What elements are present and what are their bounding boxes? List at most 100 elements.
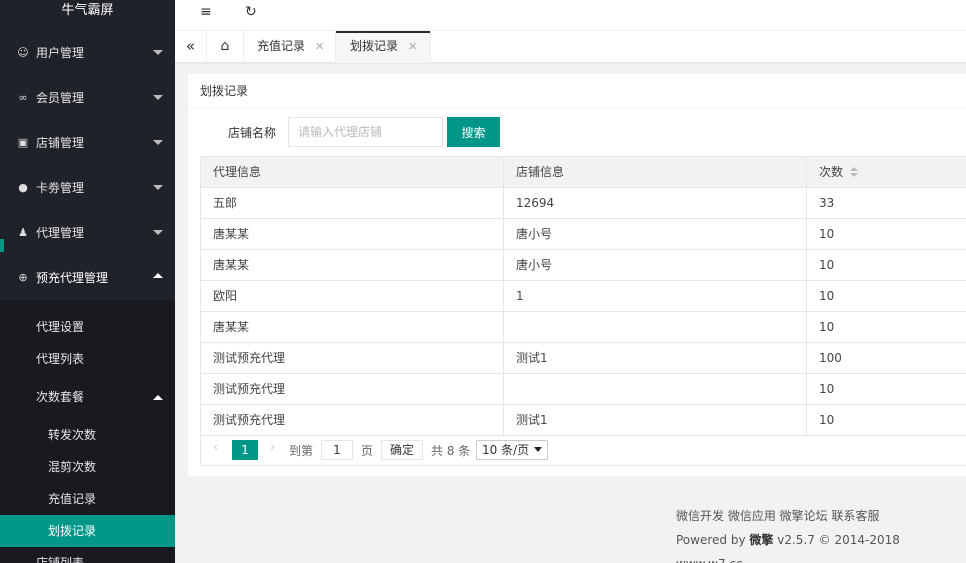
table-row: 测试预充代理 测试1 100 (200, 343, 966, 374)
cell-count: 10 (806, 219, 966, 249)
content-card: 划拨记录 店铺名称 搜索 代理信息 店铺信息 次数 五郎 12694 33 唐某… (188, 74, 966, 476)
menu-label: 会员管理 (36, 91, 85, 105)
pagination: ‹ 1 › 到第 页 确定 共 8 条 10 条/页 (200, 435, 966, 466)
box-icon: ▣ (17, 136, 29, 149)
cell-agent: 唐某某 (200, 312, 503, 342)
cell-store (503, 312, 806, 342)
menu-user-management[interactable]: ☺ 用户管理 (0, 30, 175, 75)
current-page[interactable]: 1 (232, 440, 258, 460)
page-size-select[interactable]: 10 条/页 (476, 440, 548, 460)
column-header-agent: 代理信息 (200, 157, 503, 187)
table-row: 唐某某 唐小号 10 (200, 250, 966, 281)
powered-prefix: Powered by (676, 533, 746, 547)
cell-agent: 测试预充代理 (200, 374, 503, 404)
chevron-down-icon (153, 95, 163, 100)
sidebar-item-agent-list[interactable]: 代理列表 (0, 343, 175, 375)
footer-powered: Powered by 微擎 v2.5.7 © 2014-2018 www.w7.… (676, 528, 966, 563)
cell-count: 10 (806, 312, 966, 342)
circle-icon: ● (18, 181, 28, 194)
menu-label: 预充代理管理 (36, 271, 109, 285)
menu-toggle-icon[interactable]: ≡ (200, 4, 212, 20)
cell-agent: 测试预充代理 (200, 343, 503, 373)
cell-agent: 唐某某 (200, 219, 503, 249)
brand-name: 微擎 (749, 533, 774, 547)
cell-store: 唐小号 (503, 250, 806, 280)
cell-agent: 五郎 (200, 188, 503, 218)
card-title: 划拨记录 (188, 74, 966, 108)
cell-agent: 欧阳 (200, 281, 503, 311)
search-label: 店铺名称 (228, 126, 277, 140)
plus-circle-icon: ⊕ (18, 271, 28, 284)
chevron-down-icon (153, 230, 163, 235)
menu-prepaid-agent-management[interactable]: ⊕ 预充代理管理 (0, 255, 175, 300)
cell-store: 1 (503, 281, 806, 311)
tab-label: 充值记录 (257, 39, 306, 53)
menu-label: 用户管理 (36, 46, 85, 60)
goto-page-input[interactable] (321, 440, 353, 460)
submenu-package: 转发次数 混剪次数 充值记录 划拨记录 (0, 419, 175, 547)
prev-page-icon[interactable]: ‹ (213, 440, 218, 455)
sidebar-item-agent-settings[interactable]: 代理设置 (0, 311, 175, 343)
sidebar: 牛气霸屏 ☺ 用户管理 ∞ 会员管理 ▣ 店铺管理 ● 卡劵管理 ♟ 代理管理 … (0, 0, 175, 563)
cell-count: 10 (806, 374, 966, 404)
menu-coupon-management[interactable]: ● 卡劵管理 (0, 165, 175, 210)
sort-icon[interactable] (849, 166, 859, 179)
footer-links[interactable]: 微信开发 微信应用 微擎论坛 联系客服 (676, 504, 966, 528)
chevron-down-icon (153, 50, 163, 55)
refresh-icon[interactable]: ↻ (245, 4, 257, 20)
link-icon: ∞ (18, 91, 28, 104)
column-header-count-label: 次数 (819, 165, 844, 179)
footer: 微信开发 微信应用 微擎论坛 联系客服 Powered by 微擎 v2.5.7… (676, 504, 966, 563)
cell-agent: 测试预充代理 (200, 405, 503, 435)
tab-recharge-record[interactable]: 充值记录 ✕ (244, 31, 336, 63)
table-row: 五郎 12694 33 (200, 188, 966, 219)
page-unit-label: 页 (361, 444, 374, 458)
table-row: 测试预充代理 测试1 10 (200, 405, 966, 436)
cell-store (503, 374, 806, 404)
page-size-value: 10 条/页 (482, 443, 530, 457)
cell-agent: 唐某某 (200, 250, 503, 280)
table-row: 欧阳 1 10 (200, 281, 966, 312)
sidebar-item-recharge-record[interactable]: 充值记录 (0, 483, 175, 515)
tabs-bar: « ⌂ 充值记录 ✕ 划拨记录 ✕ (175, 31, 966, 63)
cell-store: 测试1 (503, 343, 806, 373)
menu-agent-management[interactable]: ♟ 代理管理 (0, 210, 175, 255)
sidebar-accent-bar (0, 239, 4, 252)
cell-count: 10 (806, 281, 966, 311)
chevron-down-icon (153, 185, 163, 190)
dropdown-arrow-icon (534, 447, 542, 452)
total-count: 共 8 条 (431, 444, 471, 458)
cell-count: 10 (806, 250, 966, 280)
close-icon[interactable]: ✕ (315, 40, 324, 53)
person-icon: ♟ (18, 226, 28, 239)
app-logo: 牛气霸屏 (0, 0, 175, 24)
menu-member-management[interactable]: ∞ 会员管理 (0, 75, 175, 120)
cell-count: 10 (806, 405, 966, 435)
tabs-scroll-left-icon[interactable]: « (175, 31, 207, 63)
submenu-prepaid-agent: 代理设置 代理列表 次数套餐 转发次数 混剪次数 充值记录 划拨记录 店铺列表 (0, 300, 175, 563)
column-header-count[interactable]: 次数 (806, 157, 966, 187)
chevron-up-icon (153, 395, 163, 400)
tab-label: 划拨记录 (350, 39, 399, 53)
sidebar-item-store-list[interactable]: 店铺列表 (0, 547, 175, 563)
store-name-search-input[interactable] (288, 117, 443, 147)
sidebar-group-package[interactable]: 次数套餐 (0, 375, 175, 419)
confirm-button[interactable]: 确定 (381, 440, 423, 460)
next-page-icon[interactable]: › (270, 440, 275, 455)
menu-store-management[interactable]: ▣ 店铺管理 (0, 120, 175, 165)
close-icon[interactable]: ✕ (408, 40, 417, 53)
table-row: 唐某某 10 (200, 312, 966, 343)
menu-label: 卡劵管理 (36, 181, 85, 195)
column-header-store: 店铺信息 (503, 157, 806, 187)
cell-store: 唐小号 (503, 219, 806, 249)
menu-label: 店铺管理 (36, 136, 85, 150)
sidebar-item-transfer-record[interactable]: 划拨记录 (0, 515, 175, 547)
search-button[interactable]: 搜索 (447, 117, 500, 147)
sidebar-item-mix-count[interactable]: 混剪次数 (0, 451, 175, 483)
home-icon[interactable]: ⌂ (207, 31, 244, 63)
sidebar-item-forward-count[interactable]: 转发次数 (0, 419, 175, 451)
chevron-up-icon (153, 273, 163, 278)
cell-count: 33 (806, 188, 966, 218)
tab-transfer-record[interactable]: 划拨记录 ✕ (336, 31, 431, 63)
table-row: 唐某某 唐小号 10 (200, 219, 966, 250)
